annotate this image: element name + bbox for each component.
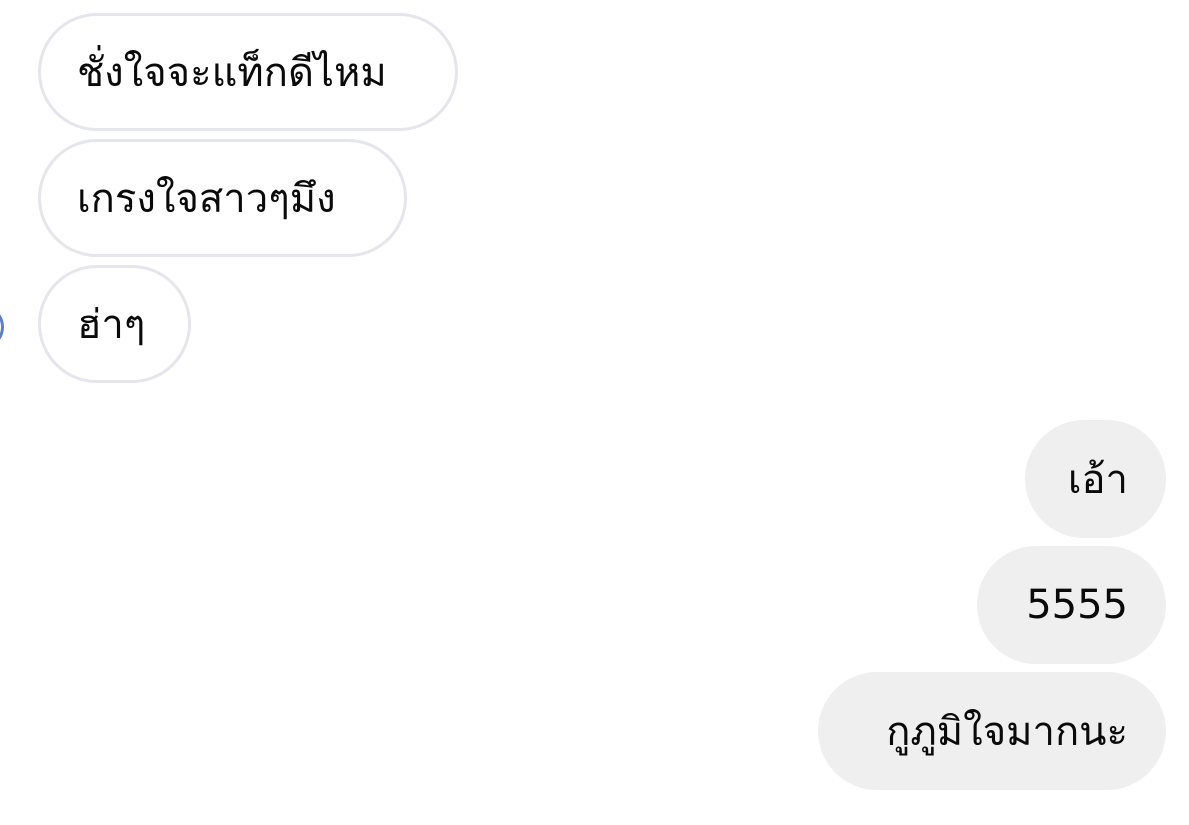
message-text: ฮ่าๆ (77, 302, 146, 348)
incoming-message-bubble[interactable]: ฮ่าๆ (38, 265, 191, 383)
incoming-message-bubble[interactable]: เกรงใจสาวๆมึง (38, 139, 407, 257)
message-text: กูภูมิใจมากนะ (886, 709, 1128, 755)
message-text: เอ้า (1067, 457, 1128, 503)
message-text: 5555 (1026, 582, 1128, 628)
incoming-message-bubble[interactable]: ชั่งใจจะแท็กดีไหม (38, 13, 458, 131)
outgoing-message-bubble[interactable]: 5555 (977, 546, 1166, 664)
message-text: ชั่งใจจะแท็กดีไหม (77, 50, 387, 96)
outgoing-message-bubble[interactable]: กูภูมิใจมากนะ (818, 672, 1166, 790)
message-text: เกรงใจสาวๆมึง (77, 176, 336, 222)
outgoing-message-bubble[interactable]: เอ้า (1025, 420, 1166, 538)
sender-avatar[interactable] (0, 305, 4, 349)
